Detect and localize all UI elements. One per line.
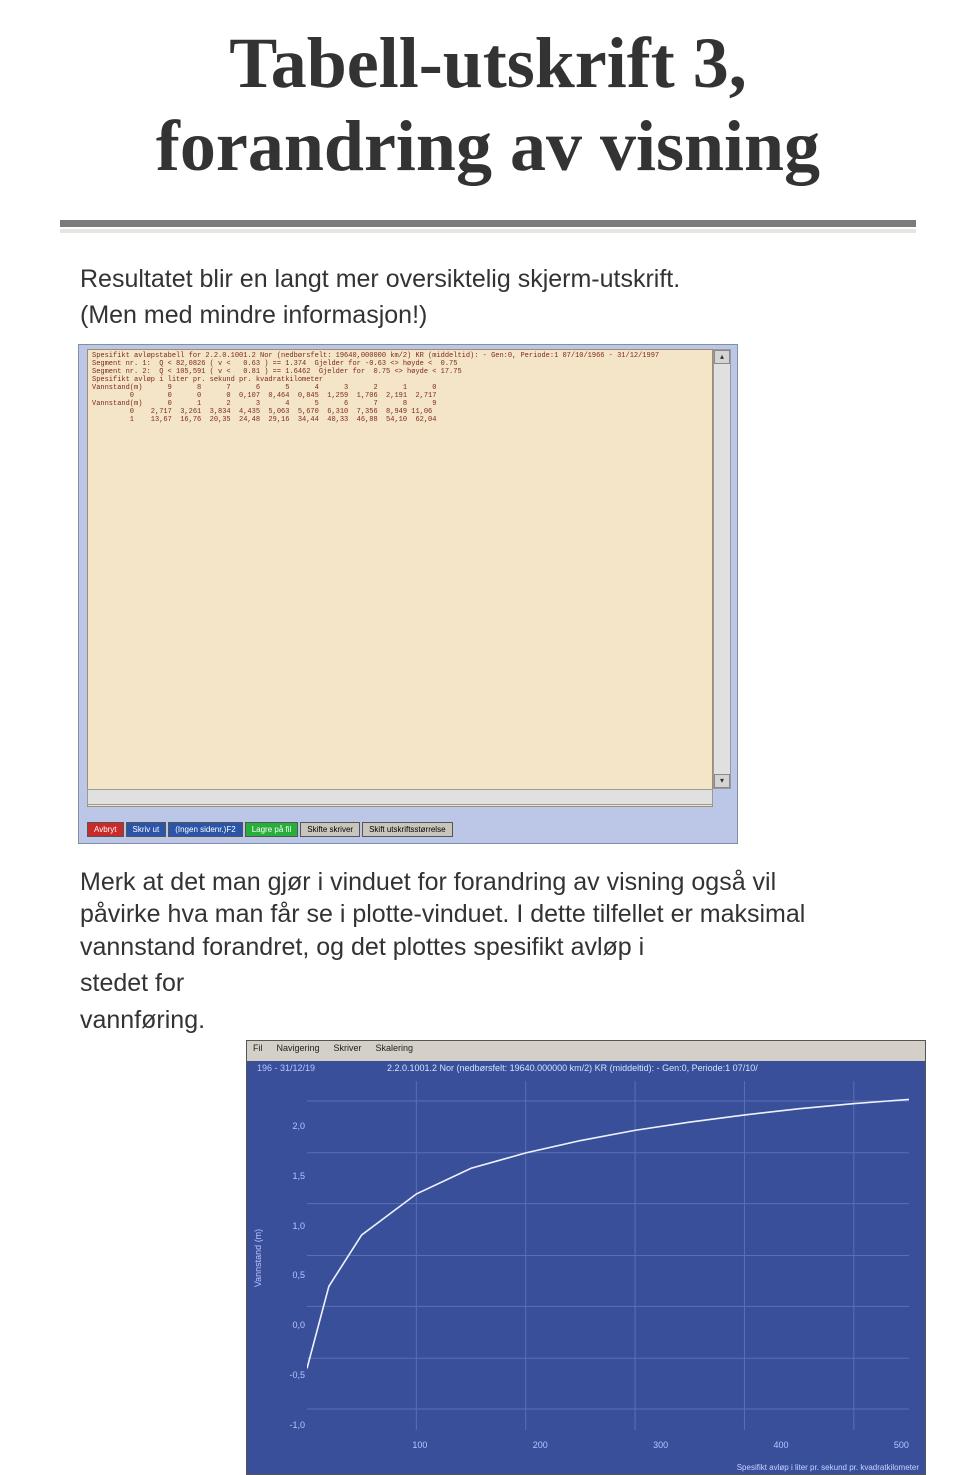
ytick: 1,5 [281, 1171, 305, 1181]
shot2-ylabel: Vannstand (m) [253, 1228, 263, 1286]
body-text-2: Merk at det man gjør i vinduet for foran… [80, 866, 860, 1037]
scroll-down-icon[interactable]: ▾ [714, 774, 730, 788]
para2: Merk at det man gjør i vinduet for foran… [80, 866, 860, 964]
ytick: 1,0 [281, 1221, 305, 1231]
shot2-yticks: 2,0 1,5 1,0 0,5 0,0 -0,5 -1,0 [281, 1081, 305, 1430]
shot1-canvas: Spesifikt avløpstabell for 2.2.0.1001.2 … [87, 349, 713, 807]
shot1-data4: 1 13,67 16,76 20,35 24,48 29,16 34,44 40… [92, 416, 436, 424]
shot2-plot-area [307, 1081, 909, 1430]
button-avbryt[interactable]: Avbryt [87, 822, 124, 837]
ytick: -0,5 [281, 1370, 305, 1380]
shot1-rowh1: Spesifikt avløp i liter pr. sekund pr. k… [92, 376, 323, 384]
xtick: 500 [894, 1440, 909, 1450]
slide-page: Tabell-utskrift 3, forandring av visning… [0, 0, 960, 1475]
menu-skriver[interactable]: Skriver [334, 1043, 362, 1059]
shot1-text: Spesifikt avløpstabell for 2.2.0.1001.2 … [92, 352, 708, 424]
button-ingen-sidenr[interactable]: (Ingen sidenr.)F2 [168, 822, 242, 837]
button-skifte-skriver[interactable]: Skifte skriver [300, 822, 360, 837]
shot2-menubar: Fil Navigering Skriver Skalering [247, 1041, 925, 1061]
shot1-scrollbar-vertical[interactable]: ▴ ▾ [713, 349, 731, 789]
shot1-rowh2: Vannstand(m) 9 8 7 6 5 4 3 2 1 0 [92, 384, 436, 392]
para2-tail1: stedet for [80, 967, 860, 1000]
shot2-xticks: 100 200 300 400 500 [307, 1440, 909, 1450]
button-skift-utskrift[interactable]: Skift utskriftsstørrelse [362, 822, 452, 837]
shot1-data2: Vannstand(m) 0 1 2 3 4 5 6 7 8 9 [92, 400, 436, 408]
button-lagre-pa-fil[interactable]: Lagre på fil [245, 822, 299, 837]
plot-svg [307, 1081, 909, 1430]
slide-title: Tabell-utskrift 3, forandring av visning [60, 22, 916, 188]
button-skriv-ut[interactable]: Skriv ut [126, 822, 167, 837]
xtick: 300 [653, 1440, 668, 1450]
shot1-data3: 0 2,717 3,261 3,834 4,435 5,063 5,670 6,… [92, 408, 432, 416]
para1-line2: (Men med mindre informasjon!) [80, 299, 860, 332]
body-text: Resultatet blir en langt mer oversikteli… [80, 263, 860, 332]
menu-navigering[interactable]: Navigering [277, 1043, 320, 1059]
para1-line1: Resultatet blir en langt mer oversikteli… [80, 263, 860, 296]
divider [60, 220, 916, 233]
xtick: 200 [533, 1440, 548, 1450]
shot1-scrollbar-horizontal[interactable] [87, 789, 713, 805]
shot2-sub: 196 - 31/12/19 [257, 1063, 315, 1073]
shot1-header: Spesifikt avløpstabell for 2.2.0.1001.2 … [92, 352, 659, 360]
scroll-up-icon[interactable]: ▴ [714, 350, 730, 364]
shot1-button-bar: Avbryt Skriv ut (Ingen sidenr.)F2 Lagre … [87, 822, 453, 837]
shot2-footer: Spesifikt avløp i liter pr. sekund pr. k… [737, 1463, 919, 1472]
ytick: 2,0 [281, 1121, 305, 1131]
screenshot-plot-window: Fil Navigering Skriver Skalering 196 - 3… [246, 1040, 926, 1475]
shot1-seg1: Segment nr. 1: Q < 82,0826 ( v < 0.63 ) … [92, 360, 457, 368]
shot1-data1: 0 0 0 0 0,107 0,464 0,845 1,259 1,706 2,… [92, 392, 436, 400]
screenshot-table-output: Spesifikt avløpstabell for 2.2.0.1001.2 … [78, 344, 738, 844]
shot1-seg2: Segment nr. 2: Q < 105,591 ( v < 0.81 ) … [92, 368, 462, 376]
ytick: 0,5 [281, 1270, 305, 1280]
xtick: 400 [774, 1440, 789, 1450]
shot2-header: 2.2.0.1001.2 Nor (nedbørsfelt: 19640.000… [387, 1063, 915, 1073]
xtick: 100 [412, 1440, 427, 1450]
ytick: 0,0 [281, 1320, 305, 1330]
ytick: -1,0 [281, 1420, 305, 1430]
menu-fil[interactable]: Fil [253, 1043, 263, 1059]
menu-skalering[interactable]: Skalering [376, 1043, 414, 1059]
para2-tail2: vannføring. [80, 1004, 860, 1037]
